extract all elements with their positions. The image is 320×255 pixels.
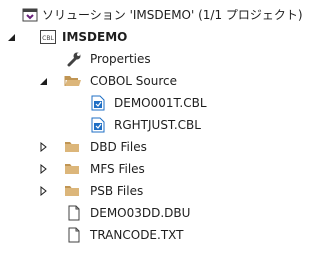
- folder-label: PSB Files: [90, 184, 144, 198]
- tree-node-file-cbl[interactable]: RGHTJUST.CBL: [0, 114, 311, 136]
- cobol-file-icon: [90, 117, 106, 133]
- folder-icon: [64, 139, 80, 155]
- tree-node-folder-mfs[interactable]: MFS Files: [0, 158, 311, 180]
- file-label: DEMO001T.CBL: [114, 96, 207, 110]
- folder-icon: [64, 161, 80, 177]
- svg-text:CBL: CBL: [42, 35, 54, 42]
- tree-node-file-dbu[interactable]: DEMO03DD.DBU: [0, 202, 311, 224]
- tree-node-folder-dbd[interactable]: DBD Files: [0, 136, 311, 158]
- cobol-file-icon: [90, 95, 106, 111]
- file-icon: [66, 227, 82, 243]
- tree-node-folder-psb[interactable]: PSB Files: [0, 180, 311, 202]
- cobol-project-icon: CBL: [40, 29, 56, 45]
- solution-label: ソリューション 'IMSDEMO' (1/1 プロジェクト): [42, 8, 303, 22]
- file-label: DEMO03DD.DBU: [90, 206, 191, 220]
- solution-icon: [22, 7, 38, 23]
- folder-label: DBD Files: [90, 140, 147, 154]
- tree-node-project[interactable]: CBL IMSDEMO: [0, 26, 311, 48]
- collapsed-arrow-icon[interactable]: [37, 141, 49, 153]
- project-label: IMSDEMO: [62, 30, 128, 44]
- folder-label: MFS Files: [90, 162, 145, 176]
- solution-explorer-tree: ソリューション 'IMSDEMO' (1/1 プロジェクト) CBL IMSDE…: [0, 0, 311, 255]
- cobol-source-label: COBOL Source: [90, 74, 178, 88]
- expanded-arrow-icon[interactable]: [5, 31, 17, 43]
- file-icon: [66, 205, 82, 221]
- file-label: RGHTJUST.CBL: [114, 118, 201, 132]
- file-label: TRANCODE.TXT: [90, 228, 184, 242]
- expanded-arrow-icon[interactable]: [37, 75, 49, 87]
- collapsed-arrow-icon[interactable]: [37, 185, 49, 197]
- tree-node-cobol-source[interactable]: COBOL Source: [0, 70, 311, 92]
- folder-open-icon: [64, 73, 81, 89]
- collapsed-arrow-icon[interactable]: [37, 163, 49, 175]
- wrench-icon: [66, 51, 82, 67]
- tree-node-file-txt[interactable]: TRANCODE.TXT: [0, 224, 311, 246]
- properties-label: Properties: [90, 52, 151, 66]
- tree-node-file-cbl[interactable]: DEMO001T.CBL: [0, 92, 311, 114]
- tree-node-solution[interactable]: ソリューション 'IMSDEMO' (1/1 プロジェクト): [0, 4, 311, 26]
- folder-icon: [64, 183, 80, 199]
- tree-node-properties[interactable]: Properties: [0, 48, 311, 70]
